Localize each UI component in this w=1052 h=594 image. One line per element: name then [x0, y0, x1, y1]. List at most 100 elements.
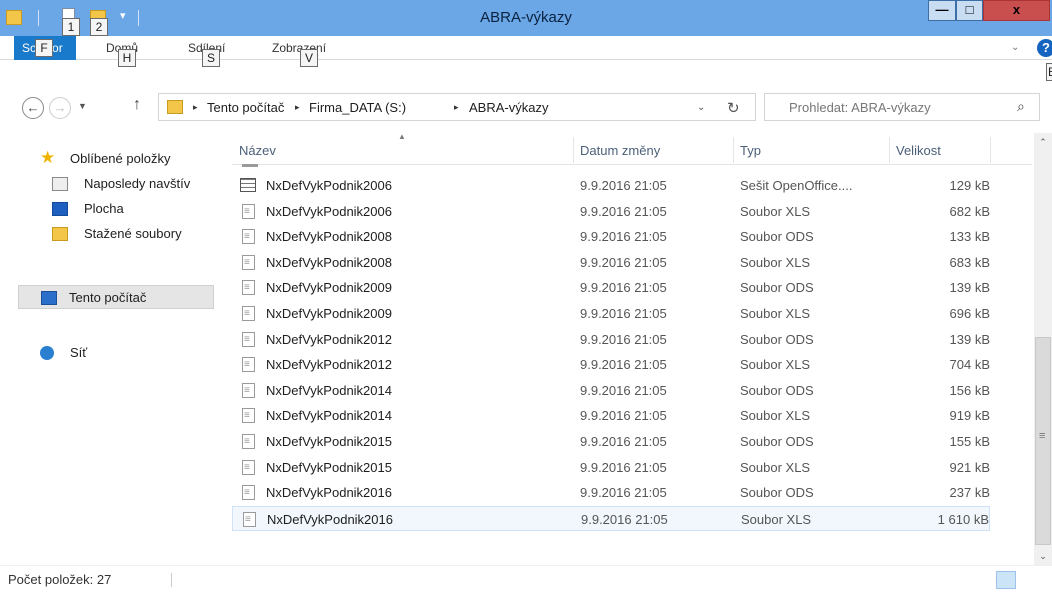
file-row[interactable]: NxDefVykPodnik2012 9.9.2016 21:05 Soubor O…: [232, 327, 990, 352]
file-row[interactable]: NxDefVykPodnik2012 9.9.2016 21:05 Soubor X…: [232, 352, 990, 377]
file-type: Soubor XLS: [740, 306, 811, 321]
details-view-button[interactable]: [996, 571, 1016, 589]
column-header-date[interactable]: Datum změny: [580, 143, 660, 158]
file-row[interactable]: NxDefVykPodnik2006 9.9.2016 21:05 Sešit Op…: [232, 173, 990, 198]
expand-ribbon-chevron-icon[interactable]: ⌄: [1011, 42, 1019, 53]
scroll-down-button[interactable]: ⌄: [1034, 547, 1052, 565]
file-row[interactable]: NxDefVykPodnik2014 9.9.2016 21:05 Soubor O…: [232, 378, 990, 403]
nav-item-downloads[interactable]: Stažené soubory: [0, 222, 213, 246]
recent-locations-button[interactable]: ▼: [78, 101, 87, 111]
close-button[interactable]: x: [983, 0, 1050, 21]
file-row[interactable]: NxDefVykPodnik2016 9.9.2016 21:05 Soubor X…: [232, 505, 990, 532]
nav-item-recent-places[interactable]: Naposledy navštív: [0, 172, 213, 196]
column-divider[interactable]: [573, 137, 574, 163]
file-row[interactable]: NxDefVykPodnik2015 9.9.2016 21:05 Soubor X…: [232, 455, 990, 480]
file-size: 919 kB: [949, 408, 990, 424]
file-row[interactable]: NxDefVykPodnik2008 9.9.2016 21:05 Soubor O…: [232, 224, 990, 249]
file-size: 139 kB: [949, 331, 990, 347]
file-icon: [242, 301, 255, 326]
file-row[interactable]: NxDefVykPodnik2008 9.9.2016 21:05 Soubor X…: [232, 250, 990, 275]
tab-file-label: Sc: [22, 41, 37, 55]
column-header-size[interactable]: Velikost: [896, 143, 941, 158]
file-date: 9.9.2016 21:05: [580, 485, 667, 501]
breadcrumb-drive[interactable]: Firma_DATA (S:): [309, 100, 406, 115]
file-row[interactable]: NxDefVykPodnik2009 9.9.2016 21:05 Soubor X…: [232, 301, 990, 326]
file-date: 9.9.2016 21:05: [580, 254, 667, 270]
file-size: 683 kB: [949, 254, 990, 270]
file-row[interactable]: NxDefVykPodnik2016 9.9.2016 21:05 Soubor O…: [232, 480, 990, 505]
divider: [171, 573, 172, 587]
forward-button[interactable]: →: [49, 97, 71, 119]
search-input[interactable]: Prohledat: ABRA-výkazy: [789, 100, 931, 115]
file-size: 696 kB: [949, 306, 990, 321]
file-icon: [242, 480, 255, 505]
breadcrumb-separator[interactable]: ▸: [193, 102, 198, 113]
column-divider[interactable]: [733, 137, 734, 163]
breadcrumb-separator[interactable]: ▸: [295, 102, 300, 113]
up-button[interactable]: ↑: [133, 96, 141, 114]
file-name: NxDefVykPodnik2008: [266, 229, 392, 245]
keytip: S: [202, 49, 220, 67]
file-date: 9.9.2016 21:05: [580, 203, 667, 219]
file-name: NxDefVykPodnik2006: [266, 203, 392, 219]
nav-item-favorites[interactable]: ★ Oblíbené položky: [0, 147, 213, 171]
column-divider[interactable]: [889, 137, 890, 163]
back-button[interactable]: ←: [22, 97, 44, 119]
nav-item-label: Naposledy navštív: [84, 176, 191, 191]
nav-item-this-pc[interactable]: Tento počítač: [18, 285, 214, 309]
file-date: 9.9.2016 21:05: [580, 382, 667, 398]
file-row[interactable]: NxDefVykPodnik2015 9.9.2016 21:05 Soubor O…: [232, 429, 990, 454]
address-bar[interactable]: ▸ Tento počítač ▸ Firma_DATA (S:) ▸ ABRA…: [158, 93, 756, 121]
file-row[interactable]: NxDefVykPodnik2014 9.9.2016 21:05 Soubor X…: [232, 403, 990, 428]
file-type: Soubor ODS: [740, 280, 814, 296]
file-icon: [242, 378, 255, 403]
star-icon: ★: [40, 148, 56, 167]
file-name: NxDefVykPodnik2015: [266, 434, 392, 449]
file-type: Soubor XLS: [740, 254, 811, 270]
file-size: 237 kB: [949, 485, 990, 501]
file-row[interactable]: NxDefVykPodnik2009 9.9.2016 21:05 Soubor O…: [232, 275, 990, 300]
breadcrumb-separator[interactable]: ▸: [454, 102, 459, 113]
vertical-scrollbar[interactable]: ⌃ ≡ ⌄: [1034, 133, 1052, 565]
column-header-name[interactable]: Název: [239, 143, 276, 158]
file-size: 704 kB: [949, 357, 990, 373]
nav-item-network[interactable]: Síť: [0, 341, 213, 365]
file-name: NxDefVykPodnik2012: [266, 331, 392, 347]
address-dropdown-button[interactable]: ⌄: [697, 102, 705, 113]
column-divider[interactable]: [990, 137, 991, 163]
maximize-button[interactable]: □: [956, 0, 983, 21]
file-icon: [242, 403, 255, 428]
file-type: Soubor ODS: [740, 485, 814, 501]
breadcrumb-folder[interactable]: ABRA-výkazy: [469, 100, 548, 115]
refresh-icon[interactable]: ↻: [727, 99, 740, 117]
file-name: NxDefVykPodnik2009: [266, 306, 392, 321]
file-row[interactable]: NxDefVykPodnik2006 9.9.2016 21:05 Soubor X…: [232, 199, 990, 224]
file-type: Soubor ODS: [740, 434, 814, 449]
keytip: H: [118, 49, 136, 67]
file-type: Soubor ODS: [740, 382, 814, 398]
help-icon[interactable]: ?: [1037, 39, 1052, 57]
file-icon: [242, 455, 255, 480]
window-title: ABRA-výkazy: [480, 9, 572, 26]
nav-item-desktop[interactable]: Plocha: [0, 197, 213, 221]
file-date: 9.9.2016 21:05: [580, 408, 667, 424]
minimize-button[interactable]: —: [928, 0, 956, 21]
search-box[interactable]: Prohledat: ABRA-výkazy ⌕: [764, 93, 1040, 121]
file-icon: [242, 327, 255, 352]
file-icon: [243, 507, 256, 532]
downloads-icon: [52, 227, 68, 241]
search-icon[interactable]: ⌕: [1017, 98, 1025, 115]
column-header-type[interactable]: Typ: [740, 143, 761, 158]
file-name: NxDefVykPodnik2008: [266, 254, 392, 270]
grip-icon: ≡: [1039, 430, 1046, 442]
scrollbar-thumb[interactable]: ≡: [1035, 337, 1051, 545]
ribbon-tabs: Sc or F Domů Sdílení Zobrazení ⌄ ?: [0, 36, 1052, 60]
item-count: Počet položek: 27: [8, 572, 112, 587]
scroll-up-button[interactable]: ⌃: [1034, 133, 1052, 151]
breadcrumb-this-pc[interactable]: Tento počítač: [207, 100, 284, 115]
large-icons-view-button[interactable]: [1024, 571, 1044, 589]
file-date: 9.9.2016 21:05: [580, 178, 667, 193]
nav-item-label: Síť: [70, 345, 88, 360]
file-type: Soubor XLS: [741, 511, 812, 527]
file-name: NxDefVykPodnik2015: [266, 459, 392, 475]
